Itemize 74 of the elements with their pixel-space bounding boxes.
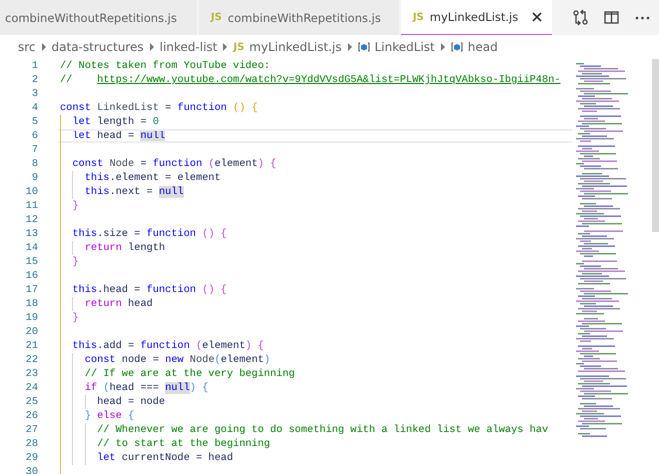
line-number: 27 [24,424,38,436]
line-number: 28 [24,438,38,450]
code-line: // Notes taken from YouTube video: [60,59,270,73]
line-number: 5 [30,116,38,128]
line-number: 16 [24,270,38,282]
close-icon[interactable] [532,12,542,22]
line-number: 9 [30,172,38,184]
line-number: 26 [24,410,38,422]
editor-tab[interactable]: JS combineWithRepetitions.js [198,0,399,35]
code-line: const Node = function (element) { [71,157,276,171]
chevron-icon [346,43,353,51]
line-number: 23 [24,368,38,380]
code-line: const LinkedList = function () { [60,101,258,115]
js-file-label: JS [233,42,244,52]
line-number: 18 [24,298,38,310]
line-number: 1 [30,60,38,72]
code-line: // https://www.youtube.com/watch?v=9YddVVsdG5A&list=PLWKjhJtqVAbkso-IbgiiP48n- [60,73,561,87]
chevron-icon [222,43,228,51]
code-line: return length [60,241,166,255]
code-line: // If we are at the very beginning [60,367,295,381]
chevron-icon [148,43,155,51]
line-number: 21 [24,340,38,352]
code-line: let currentNode = head [60,451,234,465]
code-line: head = node [60,395,166,409]
line-number: 15 [24,256,38,268]
line-number: 10 [24,186,38,198]
code-line: } [71,311,79,325]
line-number: 14 [24,242,38,254]
line-number: 20 [24,326,38,338]
split-editor-icon[interactable] [603,9,620,26]
code-line: } [71,199,79,213]
editor-tab[interactable]: combineWithoutRepetitions.js [0,0,197,35]
breadcrumb-item[interactable]: LinkedList [374,40,435,54]
line-number: 3 [30,88,38,100]
line-number: 6 [30,130,38,142]
code-line: this.element = element [60,171,221,185]
breadcrumb-item[interactable]: data-structures [52,40,144,54]
line-number: 2 [30,74,38,86]
code-line: return head [60,297,153,311]
code-line: // Whenever we are going to do something with a linked list we always hav [60,423,548,437]
line-number: 25 [24,396,38,408]
line-number: 17 [24,284,38,296]
code-line: if (head === null) { [60,381,208,395]
compare-changes-icon[interactable] [572,9,589,26]
line-number: 12 [24,214,38,226]
code-line: this.head = function () { [71,283,227,297]
code-line: this.size = function () { [71,227,227,241]
line-number: 22 [24,354,38,366]
line-number: 24 [24,382,38,394]
breadcrumb-item[interactable]: linked-list [160,40,218,54]
code-line: } else { [60,409,134,423]
line-number: 30 [24,466,38,474]
code-line: let length = 0 [71,115,159,129]
code-line: this.add = function (element) { [71,339,264,353]
line-number: 19 [24,312,38,324]
code-line: } [71,255,79,269]
chevron-icon [440,43,446,51]
line-number: 4 [30,102,38,114]
breadcrumb-item[interactable]: src [18,40,36,54]
chevron-icon [40,43,47,51]
code-line: this.next = null [60,185,184,199]
breadcrumb-item[interactable]: myLinkedList.js [249,40,342,54]
line-number: 8 [30,158,38,170]
line-number: 29 [24,452,38,464]
cube-icon [358,42,370,52]
code-line: // to start at the beginning [60,437,270,451]
scrollbar-thumb[interactable] [652,59,659,232]
breadcrumb-item[interactable]: head [468,40,498,54]
line-number: 11 [24,200,38,212]
code-line: const node = new Node(element) [60,353,270,367]
line-number: 13 [24,228,38,240]
cube-icon [450,42,463,52]
editor-tab[interactable]: JS myLinkedList.js [400,0,552,35]
line-number: 7 [30,144,38,156]
